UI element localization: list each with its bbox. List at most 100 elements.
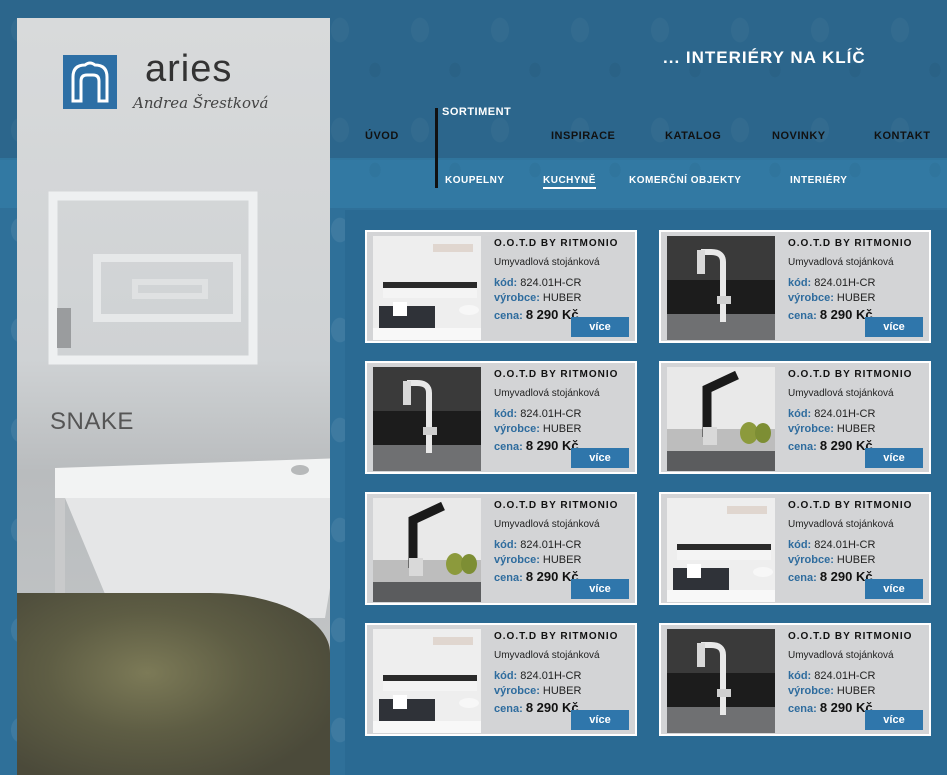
subnav-koupelny[interactable]: KOUPELNY [445, 175, 505, 186]
product-title[interactable]: O.O.T.D BY RITMONIO [494, 631, 618, 642]
product-maker-row: výrobce: HUBER [788, 423, 875, 435]
code-label: kód: [494, 670, 518, 682]
maker-label: výrobce: [494, 554, 540, 566]
code-label: kód: [494, 408, 518, 420]
product-code-row: kód: 824.01H-CR [494, 539, 581, 551]
maker-label: výrobce: [494, 292, 540, 304]
product-card[interactable]: O.O.T.D BY RITMONIO Umyvadlová stojánková… [365, 623, 637, 736]
bathroom-icon[interactable] [373, 236, 481, 340]
more-button[interactable]: více [865, 579, 923, 599]
product-description: Umyvadlová stojánková [494, 388, 600, 399]
product-price-row: cena: 8 290 Kč [494, 569, 579, 584]
product-code-row: kód: 824.01H-CR [494, 670, 581, 682]
product-title[interactable]: O.O.T.D BY RITMONIO [494, 238, 618, 249]
product-code: 824.01H-CR [814, 539, 876, 551]
product-description: Umyvadlová stojánková [788, 257, 894, 268]
product-title[interactable]: O.O.T.D BY RITMONIO [494, 500, 618, 511]
product-card[interactable]: O.O.T.D BY RITMONIO Umyvadlová stojánková… [659, 230, 931, 343]
faucet-icon[interactable] [667, 236, 775, 340]
product-description: Umyvadlová stojánková [788, 519, 894, 530]
product-maker: HUBER [542, 423, 582, 435]
product-price-row: cena: 8 290 Kč [494, 438, 579, 453]
faucet-icon[interactable] [667, 629, 775, 733]
product-price-row: cena: 8 290 Kč [788, 700, 873, 715]
price-label: cena: [788, 441, 817, 453]
product-description: Umyvadlová stojánková [494, 650, 600, 661]
subnav-kuchyne[interactable]: KUCHYNĚ [543, 175, 596, 189]
product-maker: HUBER [836, 292, 876, 304]
product-card[interactable]: O.O.T.D BY RITMONIO Umyvadlová stojánková… [365, 492, 637, 605]
product-title[interactable]: O.O.T.D BY RITMONIO [788, 631, 912, 642]
product-card[interactable]: O.O.T.D BY RITMONIO Umyvadlová stojánková… [659, 361, 931, 474]
product-title[interactable]: O.O.T.D BY RITMONIO [788, 500, 912, 511]
nav-novinky[interactable]: NOVINKY [772, 130, 826, 142]
product-card[interactable]: O.O.T.D BY RITMONIO Umyvadlová stojánková… [365, 230, 637, 343]
code-label: kód: [494, 539, 518, 551]
more-button[interactable]: více [571, 579, 629, 599]
product-code: 824.01H-CR [520, 277, 582, 289]
promo-panel: aries Andrea Šrestková SNAKE [17, 18, 330, 775]
product-title[interactable]: O.O.T.D BY RITMONIO [788, 238, 912, 249]
product-code: 824.01H-CR [814, 408, 876, 420]
product-maker: HUBER [542, 685, 582, 697]
promo-label: SNAKE [50, 408, 134, 435]
product-code: 824.01H-CR [520, 539, 582, 551]
nav-uvod[interactable]: ÚVOD [365, 130, 399, 142]
logo-icon[interactable] [63, 55, 117, 109]
bathroom-icon[interactable] [373, 629, 481, 733]
subnav-interiery[interactable]: INTERIÉRY [790, 175, 847, 186]
more-button[interactable]: více [571, 317, 629, 337]
product-code: 824.01H-CR [814, 670, 876, 682]
more-button[interactable]: více [865, 710, 923, 730]
brand-owner: Andrea Šrestková [133, 94, 269, 112]
header-tagline: ... INTERIÉRY NA KLÍČ [663, 48, 866, 67]
subnav-komercni-objekty[interactable]: KOMERČNÍ OBJEKTY [629, 175, 741, 186]
price-label: cena: [788, 572, 817, 584]
product-title[interactable]: O.O.T.D BY RITMONIO [494, 369, 618, 380]
brand-name[interactable]: aries [145, 48, 232, 91]
code-label: kód: [788, 408, 812, 420]
product-maker-row: výrobce: HUBER [788, 554, 875, 566]
code-label: kód: [788, 277, 812, 289]
code-label: kód: [788, 670, 812, 682]
product-code-row: kód: 824.01H-CR [788, 277, 875, 289]
product-maker-row: výrobce: HUBER [494, 423, 581, 435]
price-label: cena: [788, 310, 817, 322]
product-card[interactable]: O.O.T.D BY RITMONIO Umyvadlová stojánková… [365, 361, 637, 474]
faucet-icon[interactable] [373, 367, 481, 471]
product-title[interactable]: O.O.T.D BY RITMONIO [788, 369, 912, 380]
maker-label: výrobce: [494, 423, 540, 435]
product-card[interactable]: O.O.T.D BY RITMONIO Umyvadlová stojánková… [659, 492, 931, 605]
price-label: cena: [494, 441, 523, 453]
more-button[interactable]: více [571, 710, 629, 730]
product-code-row: kód: 824.01H-CR [494, 277, 581, 289]
product-code: 824.01H-CR [814, 277, 876, 289]
bathroom-icon[interactable] [667, 498, 775, 602]
price-label: cena: [788, 703, 817, 715]
product-maker: HUBER [836, 685, 876, 697]
product-price-row: cena: 8 290 Kč [788, 438, 873, 453]
product-code: 824.01H-CR [520, 408, 582, 420]
nav-katalog[interactable]: KATALOG [665, 130, 721, 142]
more-button[interactable]: více [865, 448, 923, 468]
product-code-row: kód: 824.01H-CR [788, 408, 875, 420]
product-maker: HUBER [836, 423, 876, 435]
pears-faucet-icon[interactable] [667, 367, 775, 471]
towel-image [17, 593, 330, 775]
nav-inspirace[interactable]: INSPIRACE [551, 130, 615, 142]
product-maker: HUBER [542, 554, 582, 566]
maker-label: výrobce: [788, 685, 834, 697]
product-card[interactable]: O.O.T.D BY RITMONIO Umyvadlová stojánková… [659, 623, 931, 736]
code-label: kód: [788, 539, 812, 551]
maker-label: výrobce: [788, 554, 834, 566]
product-code-row: kód: 824.01H-CR [494, 408, 581, 420]
product-description: Umyvadlová stojánková [494, 519, 600, 530]
product-maker: HUBER [542, 292, 582, 304]
pears-faucet-icon[interactable] [373, 498, 481, 602]
product-price-row: cena: 8 290 Kč [788, 307, 873, 322]
product-maker-row: výrobce: HUBER [788, 685, 875, 697]
more-button[interactable]: více [865, 317, 923, 337]
more-button[interactable]: více [571, 448, 629, 468]
nav-sortiment[interactable]: SORTIMENT [442, 106, 511, 118]
nav-kontakt[interactable]: KONTAKT [874, 130, 930, 142]
